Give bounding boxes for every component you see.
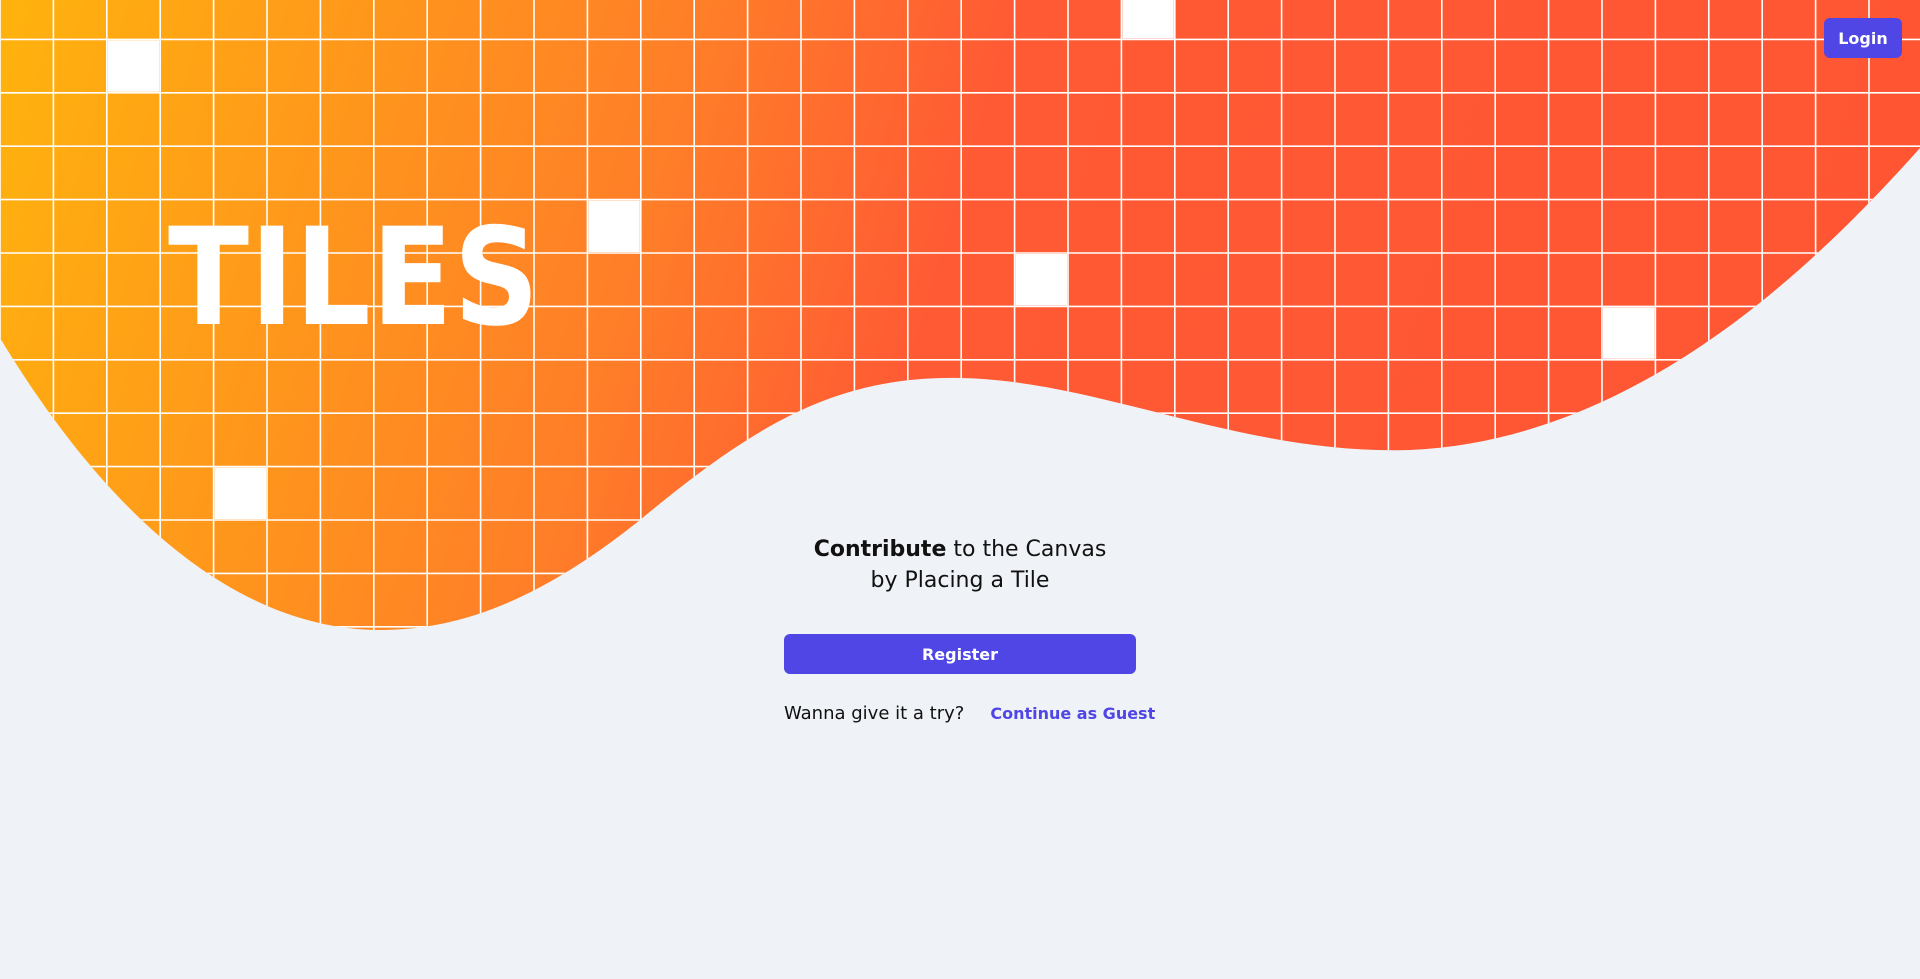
hero-tile-canvas [0, 0, 1920, 630]
brand-title: TILES [168, 199, 541, 356]
placed-tile [214, 467, 266, 519]
guest-row: Wanna give it a try? Continue as Guest [784, 700, 1184, 726]
continue-as-guest-link[interactable]: Continue as Guest [990, 704, 1155, 723]
landing-page: TILES Login Contribute to the Canvas by … [0, 0, 1920, 979]
placed-tile [1603, 307, 1655, 359]
register-button[interactable]: Register [784, 634, 1136, 674]
placed-tile [588, 200, 640, 252]
headline-line2: by Placing a Tile [870, 568, 1050, 593]
guest-prompt: Wanna give it a try? [784, 702, 965, 724]
placed-tile [1015, 254, 1067, 306]
headline: Contribute to the Canvas by Placing a Ti… [760, 534, 1160, 596]
placed-tile [1122, 0, 1174, 39]
login-button[interactable]: Login [1824, 18, 1902, 58]
placed-tile [107, 40, 160, 92]
headline-rest: to the Canvas [946, 537, 1107, 562]
headline-bold: Contribute [813, 537, 947, 562]
